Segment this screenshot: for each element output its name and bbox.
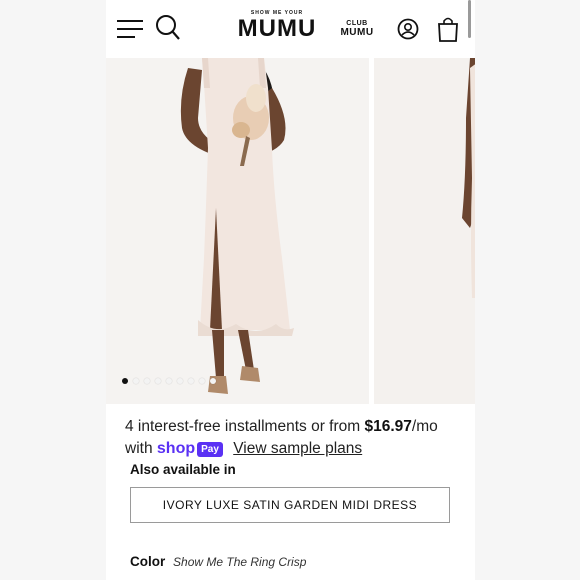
background-right — [475, 0, 580, 580]
mobile-page: SHOW ME YOUR MUMU CLUB MUMU 4 interest-f… — [106, 0, 475, 580]
installment-info: 4 interest-free installments or from $16… — [125, 416, 470, 460]
gallery-dot[interactable] — [133, 378, 139, 384]
shop-pay-logo: shop Pay — [157, 438, 223, 460]
club-mumu-link[interactable]: CLUB MUMU — [337, 20, 377, 38]
color-selector-label: Color Show Me The Ring Crisp — [130, 554, 306, 569]
gallery-dot[interactable] — [155, 378, 161, 384]
gallery-dot[interactable] — [122, 378, 128, 384]
product-image-main[interactable] — [106, 58, 369, 404]
shop-pay-badge: Pay — [197, 441, 223, 457]
page-scrollbar[interactable] — [468, 0, 471, 38]
gallery-dot[interactable] — [166, 378, 172, 384]
account-button[interactable] — [396, 17, 420, 41]
installment-suffix: /mo — [411, 418, 438, 435]
search-button[interactable] — [153, 12, 183, 44]
product-image-next[interactable] — [374, 58, 475, 404]
product-image-gallery[interactable] — [106, 58, 475, 404]
gallery-dot[interactable] — [199, 378, 205, 384]
model-photo — [106, 58, 369, 404]
installment-price: $16.97 — [364, 418, 412, 435]
alternate-product-button[interactable]: IVORY LUXE SATIN GARDEN MIDI DRESS — [130, 487, 450, 523]
gallery-dot[interactable] — [144, 378, 150, 384]
gallery-pagination — [122, 378, 216, 384]
also-available-heading: Also available in — [130, 462, 236, 477]
club-label-top: CLUB — [346, 20, 368, 27]
gallery-dot[interactable] — [188, 378, 194, 384]
logo-wordmark: MUMU — [237, 15, 317, 42]
hamburger-menu-icon — [117, 20, 143, 38]
search-icon — [156, 15, 180, 40]
site-header: SHOW ME YOUR MUMU CLUB MUMU — [106, 0, 475, 58]
model-photo-back — [374, 58, 475, 404]
shopping-bag-icon — [438, 17, 458, 42]
gallery-dot[interactable] — [177, 378, 183, 384]
account-icon — [397, 18, 419, 40]
installment-with: with — [125, 440, 153, 457]
installment-text: 4 interest-free installments or from — [125, 418, 361, 435]
background-left — [0, 0, 106, 580]
site-logo[interactable]: SHOW ME YOUR MUMU — [232, 10, 322, 46]
gallery-dot[interactable] — [210, 378, 216, 384]
view-sample-plans-link[interactable]: View sample plans — [233, 440, 362, 457]
shopping-bag-button[interactable] — [436, 15, 460, 43]
color-value: Show Me The Ring Crisp — [173, 555, 307, 569]
club-label-main: MUMU — [340, 27, 374, 38]
shop-pay-shop: shop — [156, 440, 196, 457]
hamburger-menu-button[interactable] — [114, 14, 146, 44]
color-label: Color — [130, 554, 166, 569]
